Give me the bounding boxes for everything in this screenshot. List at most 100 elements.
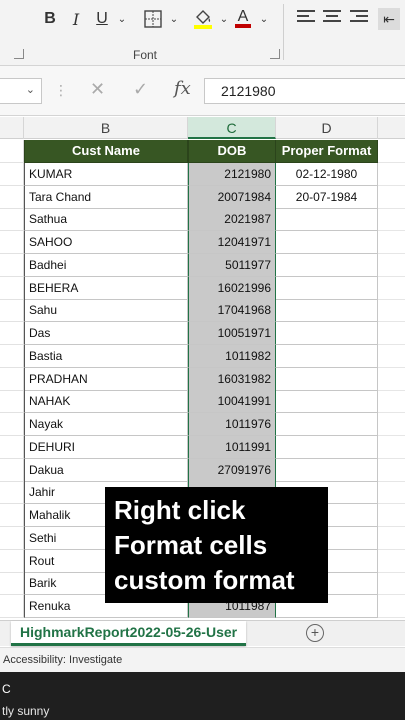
cell-a[interactable] xyxy=(0,162,24,186)
cust-name-cell[interactable]: PRADHAN xyxy=(24,367,188,391)
italic-button[interactable]: I xyxy=(66,8,86,30)
dob-cell[interactable]: 10051971 xyxy=(188,322,276,345)
column-header-c[interactable]: C xyxy=(188,117,276,139)
weather-temperature[interactable]: C xyxy=(2,682,11,696)
dob-cell[interactable]: 1011982 xyxy=(188,344,276,368)
header-proper-format[interactable]: Proper Format xyxy=(276,140,378,163)
column-header-b[interactable]: B xyxy=(24,117,188,139)
dob-cell[interactable]: 12041971 xyxy=(188,231,276,254)
cell-e[interactable] xyxy=(378,436,405,459)
proper-format-cell[interactable] xyxy=(276,253,378,277)
font-color-button[interactable]: A xyxy=(232,8,254,30)
cust-name-cell[interactable]: Badhei xyxy=(24,253,188,277)
dob-cell[interactable]: 16021996 xyxy=(188,276,276,300)
align-center-icon[interactable] xyxy=(323,10,341,26)
font-color-dropdown-icon[interactable]: ⌄ xyxy=(258,8,270,30)
proper-format-cell[interactable] xyxy=(276,322,378,345)
underline-dropdown-icon[interactable]: ⌄ xyxy=(116,8,128,30)
cell-a[interactable] xyxy=(0,140,24,163)
cell-a[interactable] xyxy=(0,344,24,368)
dob-cell[interactable]: 10041991 xyxy=(188,390,276,414)
fill-color-button[interactable] xyxy=(190,8,216,30)
cell-e[interactable] xyxy=(378,322,405,345)
dob-cell[interactable]: 2121980 xyxy=(188,162,276,186)
decrease-indent-icon[interactable]: ⇤ xyxy=(378,8,400,30)
formula-input[interactable]: 2121980 xyxy=(204,78,405,104)
name-box[interactable]: ⌄ xyxy=(0,78,42,104)
cell-a[interactable] xyxy=(0,458,24,482)
dob-cell[interactable]: 20071984 xyxy=(188,185,276,209)
cell-a[interactable] xyxy=(0,526,24,550)
cust-name-cell[interactable]: Bastia xyxy=(24,344,188,368)
font-launcher-icon[interactable] xyxy=(270,49,280,59)
formula-bar-grip-icon[interactable]: ⋮ xyxy=(54,82,68,99)
cell-a[interactable] xyxy=(0,595,24,618)
proper-format-cell[interactable]: 20-07-1984 xyxy=(276,185,378,209)
cell-a[interactable] xyxy=(0,185,24,209)
dob-cell[interactable]: 17041968 xyxy=(188,299,276,323)
cell-e[interactable] xyxy=(378,186,405,209)
cell-a[interactable] xyxy=(0,390,24,414)
dob-cell[interactable]: 2021987 xyxy=(188,208,276,232)
dob-cell[interactable]: 16031982 xyxy=(188,367,276,391)
cell-e[interactable] xyxy=(378,572,405,596)
weather-condition[interactable]: tly sunny xyxy=(2,704,49,718)
cell-e[interactable] xyxy=(378,208,405,232)
proper-format-cell[interactable] xyxy=(276,231,378,254)
cell-e[interactable] xyxy=(378,163,405,186)
proper-format-cell[interactable]: 02-12-1980 xyxy=(276,162,378,186)
proper-format-cell[interactable] xyxy=(276,458,378,482)
cust-name-cell[interactable]: Das xyxy=(24,322,188,345)
cust-name-cell[interactable]: NAHAK xyxy=(24,390,188,414)
dob-cell[interactable]: 27091976 xyxy=(188,458,276,482)
cell-a[interactable] xyxy=(0,322,24,345)
dob-cell[interactable]: 1011976 xyxy=(188,413,276,436)
cell-a[interactable] xyxy=(0,208,24,232)
cell-a[interactable] xyxy=(0,549,24,573)
cell-a[interactable] xyxy=(0,572,24,596)
proper-format-cell[interactable] xyxy=(276,435,378,459)
add-sheet-icon[interactable]: + xyxy=(306,624,324,642)
cell-e[interactable] xyxy=(378,345,405,368)
cell-e[interactable] xyxy=(378,595,405,618)
dob-cell[interactable]: 1011991 xyxy=(188,435,276,459)
underline-button[interactable]: U xyxy=(92,8,112,30)
proper-format-cell[interactable] xyxy=(276,276,378,300)
cell-a[interactable] xyxy=(0,299,24,323)
borders-dropdown-icon[interactable]: ⌄ xyxy=(168,8,180,30)
dob-cell[interactable]: 5011977 xyxy=(188,253,276,277)
confirm-entry-icon[interactable]: ✓ xyxy=(133,79,148,100)
name-box-dropdown-icon[interactable]: ⌄ xyxy=(26,83,35,96)
cust-name-cell[interactable]: SAHOO xyxy=(24,231,188,254)
cell-e[interactable] xyxy=(378,277,405,300)
cell-a[interactable] xyxy=(0,367,24,391)
proper-format-cell[interactable] xyxy=(276,299,378,323)
proper-format-cell[interactable] xyxy=(276,367,378,391)
column-header-a[interactable] xyxy=(0,117,24,139)
header-cust-name[interactable]: Cust Name xyxy=(24,140,188,163)
cell-a[interactable] xyxy=(0,504,24,527)
cell-e[interactable] xyxy=(378,299,405,323)
cust-name-cell[interactable]: DEHURI xyxy=(24,435,188,459)
proper-format-cell[interactable] xyxy=(276,208,378,232)
bold-button[interactable]: B xyxy=(40,8,60,30)
align-right-icon[interactable] xyxy=(350,10,368,26)
accessibility-status[interactable]: Accessibility: Investigate xyxy=(3,654,122,666)
cell-e[interactable] xyxy=(378,527,405,550)
header-dob[interactable]: DOB xyxy=(188,140,276,163)
cust-name-cell[interactable]: BEHERA xyxy=(24,276,188,300)
cell-e[interactable] xyxy=(378,140,405,163)
cell-e[interactable] xyxy=(378,390,405,414)
fill-color-dropdown-icon[interactable]: ⌄ xyxy=(218,8,230,30)
cell-e[interactable] xyxy=(378,459,405,482)
cust-name-cell[interactable]: Sathua xyxy=(24,208,188,232)
borders-button[interactable] xyxy=(140,8,166,30)
cell-a[interactable] xyxy=(0,435,24,459)
clipboard-launcher-icon[interactable] xyxy=(14,49,24,59)
cell-a[interactable] xyxy=(0,231,24,254)
proper-format-cell[interactable] xyxy=(276,413,378,436)
cust-name-cell[interactable]: Tara Chand xyxy=(24,185,188,209)
cancel-entry-icon[interactable]: ✕ xyxy=(90,79,105,100)
cust-name-cell[interactable]: Sahu xyxy=(24,299,188,323)
cust-name-cell[interactable]: KUMAR xyxy=(24,162,188,186)
